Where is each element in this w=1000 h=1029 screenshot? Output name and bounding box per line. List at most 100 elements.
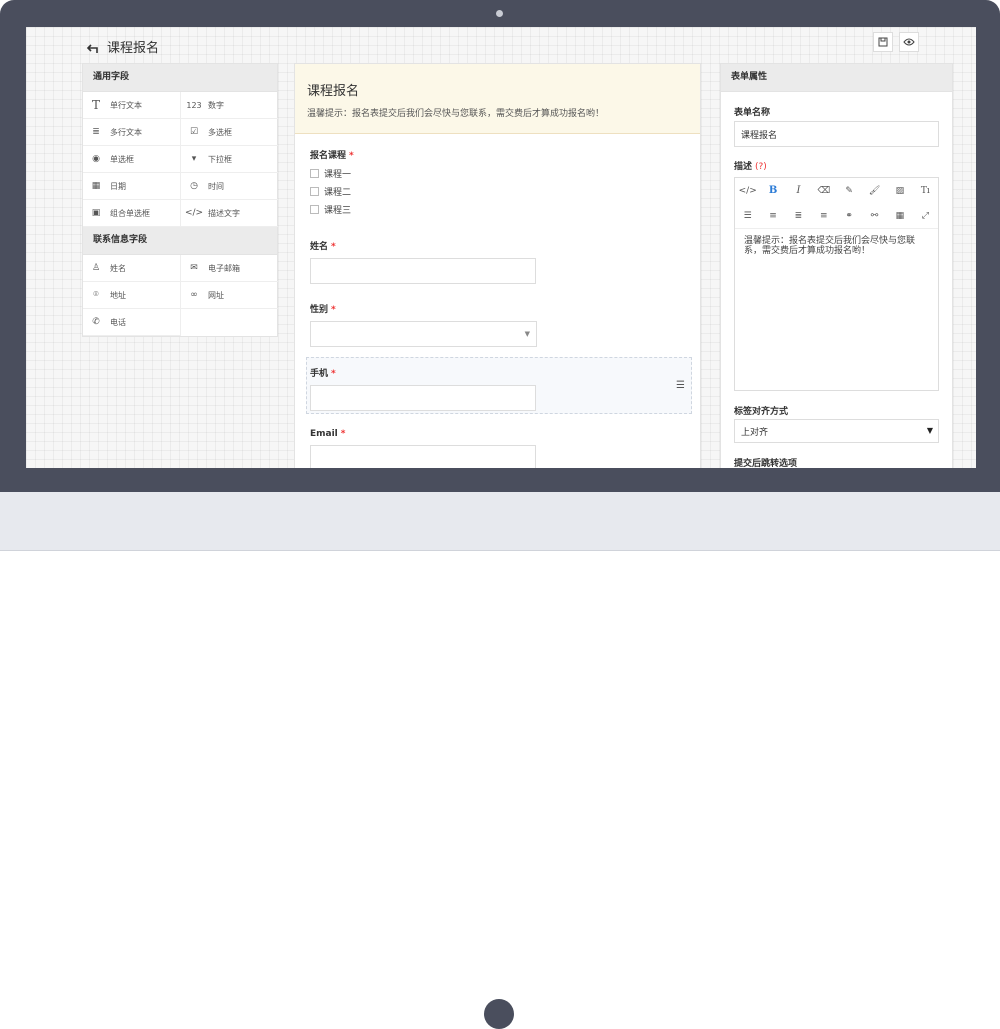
camera-dot — [496, 10, 503, 17]
gender-label: 性别 * — [310, 305, 336, 315]
field-email[interactable]: ✉ 电子邮箱 — [181, 255, 278, 282]
field-palette: 通用字段 T 单行文本 123 数字 ≣ 多行文本 ☑ 多选框 ◉ 单选框 ▾ 下拉框 ▦ 日… — [82, 63, 278, 337]
image-icon[interactable]: ▨ — [887, 178, 912, 203]
field-phone[interactable]: ✆ 电话 — [83, 309, 181, 336]
gender-select[interactable]: ▼ — [310, 321, 537, 347]
bold-icon[interactable]: B — [760, 178, 785, 203]
radio-icon: ◉ — [92, 154, 100, 164]
rich-text-editor[interactable]: </> B I ⌫ ✎ 🖌 ▨ Tı ☰ ≡ ≣ ≡ ⚭ ⚯ ▦ ⤢ 温馨提示：… — [734, 177, 939, 391]
paragraph-icon: ≣ — [92, 127, 100, 137]
drag-handle-icon[interactable]: ☰ — [676, 380, 685, 391]
properties-title: 表单属性 — [721, 64, 952, 92]
text-T-icon: T — [91, 98, 100, 112]
course-option-3[interactable]: 课程三 — [310, 200, 354, 218]
field-multi-line-text[interactable]: ≣ 多行文本 — [83, 119, 181, 146]
field-address[interactable]: ⌾ 地址 — [83, 282, 181, 309]
name-field: 姓名 * — [310, 239, 536, 284]
link-icon: ∞ — [190, 290, 198, 300]
field-single-line-text[interactable]: T 单行文本 — [83, 92, 181, 119]
align-right-icon[interactable]: ≡ — [811, 203, 836, 228]
brush-icon[interactable]: 🖌 — [862, 178, 887, 203]
fullscreen-icon[interactable]: ⤢ — [913, 203, 938, 228]
page-title: 课程报名 — [107, 41, 160, 56]
pencil-icon[interactable]: ✎ — [837, 178, 862, 203]
course-option-1[interactable]: 课程一 — [310, 164, 354, 182]
field-dropdown[interactable]: ▾ 下拉框 — [181, 146, 278, 173]
top-bar: 课程报名 — [26, 27, 976, 61]
unlink-icon[interactable]: ⚯ — [862, 203, 887, 228]
checkbox[interactable] — [310, 204, 319, 214]
phone-field: 手机 * — [310, 366, 536, 411]
phone-label: 手机 * — [310, 369, 336, 379]
field-radio[interactable]: ◉ 单选框 — [83, 146, 181, 173]
home-button — [484, 999, 514, 1029]
number-icon: 123 — [186, 100, 202, 110]
email-label: Email * — [310, 429, 346, 439]
form-notice: 温馨提示：报名表提交后我们会尽快与您联系，需交费后才算成功报名哟！ — [307, 109, 605, 119]
required-mark: * — [349, 151, 354, 161]
table-icon[interactable]: ▦ — [887, 203, 912, 228]
course-option-2[interactable]: 课程二 — [310, 182, 354, 200]
location-icon: ⌾ — [93, 290, 99, 300]
contact-fields-grid: ♙ 姓名 ✉ 电子邮箱 ⌾ 地址 ∞ 网址 ✆ 电话 — [83, 255, 278, 336]
editor-toolbar: </> B I ⌫ ✎ 🖌 ▨ Tı ☰ ≡ ≣ ≡ ⚭ ⚯ ▦ ⤢ — [735, 178, 938, 229]
help-icon[interactable]: (?) — [755, 162, 767, 172]
preview-button[interactable] — [899, 32, 919, 52]
italic-icon[interactable]: I — [786, 178, 811, 203]
field-number[interactable]: 123 数字 — [181, 92, 278, 119]
save-icon — [878, 37, 888, 47]
monitor-chin — [0, 492, 1000, 1029]
field-description[interactable]: </> 描述文字 — [181, 200, 278, 227]
list-icon[interactable]: ☰ — [735, 203, 760, 228]
phone-icon: ✆ — [92, 317, 100, 327]
field-time[interactable]: ◷ 时间 — [181, 173, 278, 200]
checkbox[interactable] — [310, 186, 319, 196]
description-label: 描述 (?) — [734, 162, 767, 172]
field-date[interactable]: ▦ 日期 — [83, 173, 181, 200]
back-arrow-icon[interactable] — [86, 44, 98, 54]
course-field[interactable]: 报名课程 * 课程一 课程二 课程三 — [310, 148, 354, 218]
form-name-label: 表单名称 — [734, 108, 771, 118]
phone-input[interactable] — [310, 385, 536, 411]
code-icon: </> — [184, 208, 204, 218]
chevron-down-icon: ▼ — [926, 426, 933, 435]
form-canvas: 课程报名 温馨提示：报名表提交后我们会尽快与您联系，需交费后才算成功报名哟！ 报… — [294, 63, 701, 468]
link-icon[interactable]: ⚭ — [837, 203, 862, 228]
form-name-input[interactable]: 课程报名 — [734, 121, 939, 147]
grid-radio-icon: ▣ — [91, 208, 101, 218]
field-grid-radio[interactable]: ▣ 组合单选框 — [83, 200, 181, 227]
eraser-icon[interactable]: ⌫ — [811, 178, 836, 203]
course-label: 报名课程 * — [310, 151, 354, 161]
save-button[interactable] — [873, 32, 893, 52]
align-center-icon[interactable]: ≣ — [786, 203, 811, 228]
checkbox[interactable] — [310, 168, 319, 178]
gender-field: 性别 * ▼ — [310, 302, 537, 347]
field-checkbox[interactable]: ☑ 多选框 — [181, 119, 278, 146]
name-input[interactable] — [310, 258, 536, 284]
chevron-down-icon: ▼ — [524, 330, 530, 338]
form-properties-panel: 表单属性 表单名称 课程报名 描述 (?) </> B I ⌫ ✎ 🖌 ▨ Tı … — [720, 63, 953, 468]
general-fields-grid: T 单行文本 123 数字 ≣ 多行文本 ☑ 多选框 ◉ 单选框 ▾ 下拉框 ▦ 日期 ◷ 时间… — [83, 92, 278, 227]
name-label: 姓名 * — [310, 242, 336, 252]
mail-icon: ✉ — [190, 263, 198, 273]
checkbox-icon: ☑ — [189, 127, 199, 137]
source-code-icon[interactable]: </> — [735, 178, 760, 203]
user-icon: ♙ — [91, 263, 101, 273]
form-heading: 课程报名 — [307, 84, 360, 99]
align-left-icon[interactable]: ≡ — [760, 203, 785, 228]
editor-content[interactable]: 温馨提示：报名表提交后我们会尽快与您联系，需交费后才算成功报名哟！ — [735, 229, 938, 263]
redirect-label: 提交后跳转选项 — [734, 459, 798, 468]
clear-format-icon[interactable]: Tı — [913, 178, 938, 203]
field-url[interactable]: ∞ 网址 — [181, 282, 278, 309]
field-name[interactable]: ♙ 姓名 — [83, 255, 181, 282]
section-general-fields: 通用字段 — [83, 64, 277, 92]
section-contact-fields: 联系信息字段 — [83, 227, 277, 255]
label-align-select[interactable]: 上对齐 ▼ — [734, 419, 939, 443]
dropdown-icon: ▾ — [191, 154, 197, 164]
form-header: 课程报名 温馨提示：报名表提交后我们会尽快与您联系，需交费后才算成功报名哟！ — [295, 64, 700, 134]
calendar-icon: ▦ — [91, 181, 101, 191]
clock-icon: ◷ — [190, 181, 198, 191]
email-field: Email * — [310, 429, 536, 468]
email-input[interactable] — [310, 445, 536, 468]
eye-icon — [903, 38, 915, 46]
